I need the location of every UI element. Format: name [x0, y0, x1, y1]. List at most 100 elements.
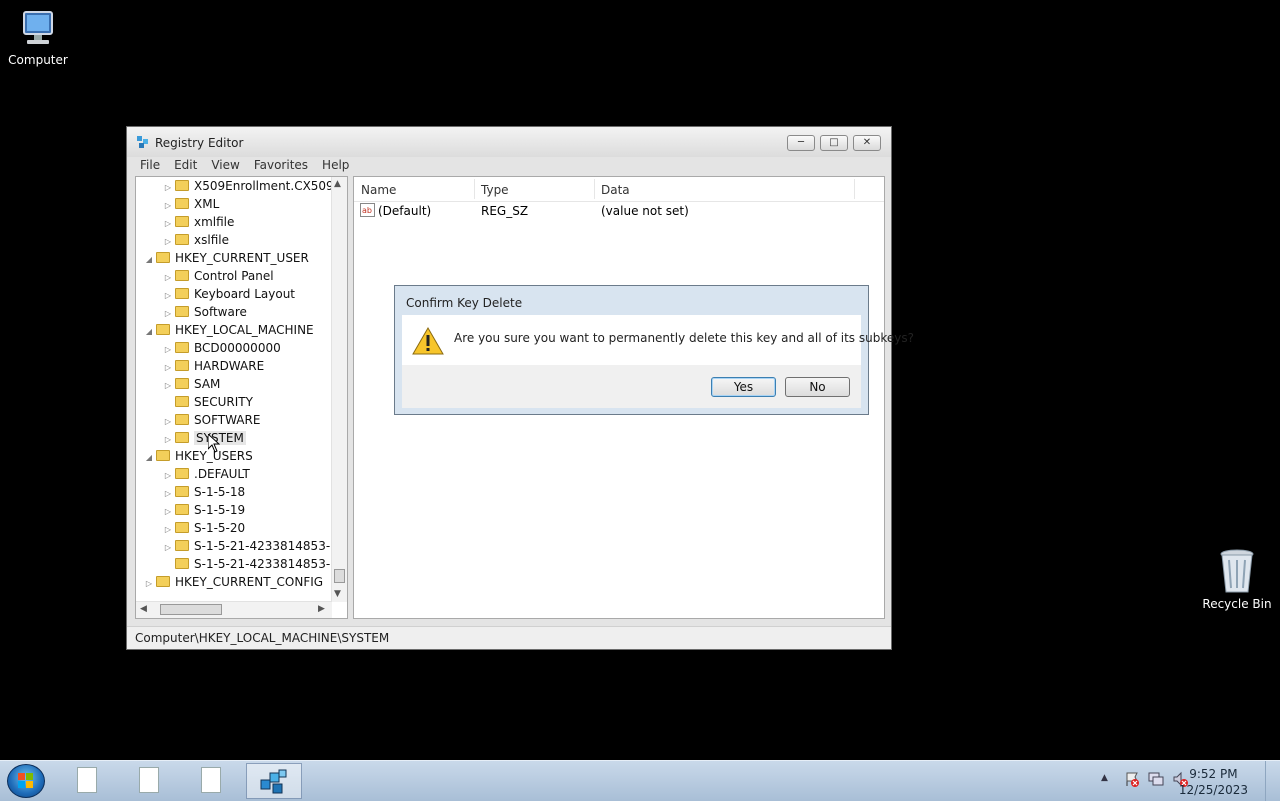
- minimize-button[interactable]: ─: [787, 135, 815, 151]
- dialog-body: Are you sure you want to permanently del…: [402, 315, 914, 408]
- tree-item-label: S-1-5-18: [194, 485, 246, 499]
- folder-icon: [175, 432, 189, 443]
- menu-help[interactable]: Help: [315, 157, 356, 175]
- tree-item-label: Software: [194, 305, 247, 319]
- scroll-down-arrow[interactable]: ▼: [334, 589, 341, 599]
- dialog-message-area: Are you sure you want to permanently del…: [402, 315, 914, 365]
- tree-item[interactable]: ▷ X509Enrollment.CX509Pu: [161, 177, 347, 195]
- tree-item[interactable]: ▷ S-1-5-19: [161, 501, 245, 519]
- taskbar-document-3[interactable]: [184, 763, 240, 799]
- tree-item[interactable]: ▷ HARDWARE: [161, 357, 264, 375]
- tree-item-label: SOFTWARE: [194, 413, 261, 427]
- tree-item[interactable]: ▷ S-1-5-18: [161, 483, 245, 501]
- menu-view[interactable]: View: [204, 157, 246, 175]
- tree-item[interactable]: ▷ XML: [161, 195, 219, 213]
- tree-item[interactable]: ▷ S-1-5-21-4233814853-226: [161, 537, 348, 555]
- tree-item-label: S-1-5-21-4233814853-226: [194, 539, 348, 553]
- collapse-arrow-icon[interactable]: ◢: [142, 449, 156, 467]
- folder-icon: [175, 270, 189, 281]
- maximize-button[interactable]: □: [820, 135, 848, 151]
- menu-favorites[interactable]: Favorites: [247, 157, 315, 175]
- folder-icon: [175, 504, 189, 515]
- scroll-up-arrow[interactable]: ▲: [334, 179, 341, 189]
- folder-icon: [175, 306, 189, 317]
- tree-item[interactable]: SECURITY: [161, 393, 253, 411]
- hscroll-thumb[interactable]: [160, 604, 222, 615]
- computer-desktop-icon[interactable]: Computer: [0, 10, 76, 67]
- menu-edit[interactable]: Edit: [167, 157, 204, 175]
- tree-item-label: xslfile: [194, 233, 229, 247]
- folder-icon: [175, 360, 189, 371]
- recycle-bin-label: Recycle Bin: [1202, 597, 1272, 611]
- tree-item[interactable]: ▷ SOFTWARE: [161, 411, 261, 429]
- yes-button[interactable]: Yes: [711, 377, 776, 397]
- folder-icon: [175, 396, 189, 407]
- collapse-arrow-icon[interactable]: ◢: [142, 251, 156, 269]
- collapse-arrow-icon[interactable]: ◢: [142, 323, 156, 341]
- action-center-icon[interactable]: [1124, 771, 1140, 790]
- show-hidden-icons-arrow[interactable]: ▲: [1101, 773, 1108, 783]
- folder-icon: [175, 288, 189, 299]
- tree-item-label: HKEY_CURRENT_USER: [175, 251, 309, 265]
- tree-item[interactable]: ◢ HKEY_LOCAL_MACHINE: [142, 321, 314, 339]
- tree-item[interactable]: ◢ HKEY_CURRENT_USER: [142, 249, 309, 267]
- expand-arrow-icon[interactable]: ▷: [142, 575, 156, 593]
- tree-item[interactable]: ▷ Software: [161, 303, 247, 321]
- network-icon[interactable]: [1148, 771, 1164, 790]
- folder-icon: [175, 540, 189, 551]
- scroll-right-arrow[interactable]: ▶: [318, 604, 325, 614]
- windows-logo-icon: [18, 773, 33, 788]
- tree-vertical-scrollbar[interactable]: ▲ ▼: [331, 177, 347, 602]
- tree-item-label: HKEY_CURRENT_CONFIG: [175, 575, 324, 589]
- registry-tree[interactable]: ▷ X509Enrollment.CX509Pu ▷ XML ▷ xmlfile ▷ xslf…: [135, 176, 348, 619]
- folder-icon: [175, 234, 189, 245]
- scroll-left-arrow[interactable]: ◀: [140, 604, 147, 614]
- taskbar-document-2[interactable]: [122, 763, 178, 799]
- scroll-thumb[interactable]: [334, 569, 345, 583]
- close-button[interactable]: ✕: [853, 135, 881, 151]
- recycle-bin-icon: [1217, 548, 1257, 594]
- window-titlebar[interactable]: Registry Editor ─ □ ✕: [127, 127, 891, 157]
- column-name[interactable]: Name: [361, 183, 396, 197]
- tree-item[interactable]: ◢ HKEY_USERS: [142, 447, 253, 465]
- tree-item-label: S-1-5-20: [194, 521, 246, 535]
- system-clock[interactable]: 9:52 PM 12/25/2023: [1179, 766, 1248, 798]
- tree-item[interactable]: ▷ BCD00000000: [161, 339, 281, 357]
- tree-item[interactable]: ▷ HKEY_CURRENT_CONFIG: [142, 573, 323, 591]
- computer-icon: [16, 10, 60, 50]
- show-desktop-button[interactable]: [1265, 761, 1280, 801]
- taskbar-registry-editor[interactable]: [246, 763, 302, 799]
- column-data[interactable]: Data: [601, 183, 630, 197]
- taskbar-document-1[interactable]: [60, 763, 116, 799]
- confirm-delete-dialog: Confirm Key Delete Are you sure you want…: [394, 285, 914, 415]
- menu-file[interactable]: File: [133, 157, 167, 175]
- column-type[interactable]: Type: [481, 183, 509, 197]
- no-button[interactable]: No: [785, 377, 850, 397]
- tree-item-label: Control Panel: [194, 269, 274, 283]
- folder-icon: [175, 522, 189, 533]
- tree-item-label: XML: [194, 197, 220, 211]
- tree-item[interactable]: ▷ xslfile: [161, 231, 229, 249]
- tree-item[interactable]: ▷ S-1-5-20: [161, 519, 245, 537]
- tree-item[interactable]: ▷ .DEFAULT: [161, 465, 250, 483]
- tree-item-label: .DEFAULT: [194, 467, 250, 481]
- taskbar: ▲ 9:52 PM 12/25/2023: [0, 760, 1280, 801]
- tree-item[interactable]: ▷ SYSTEM: [161, 429, 246, 447]
- value-data: (value not set): [601, 204, 689, 218]
- list-header: Name Type Data: [354, 177, 884, 202]
- tree-horizontal-scrollbar[interactable]: ◀ ▶: [136, 601, 332, 618]
- tree-item[interactable]: ▷ Keyboard Layout: [161, 285, 295, 303]
- folder-icon: [175, 486, 189, 497]
- start-button[interactable]: [7, 764, 45, 798]
- tree-item-label: xmlfile: [194, 215, 235, 229]
- tree-item[interactable]: ▷ SAM: [161, 375, 220, 393]
- clock-date: 12/25/2023: [1178, 783, 1248, 797]
- value-row[interactable]: ab (Default) REG_SZ (value not set): [354, 203, 884, 221]
- folder-icon: [175, 558, 189, 569]
- recycle-bin-desktop-icon[interactable]: Recycle Bin: [1199, 548, 1275, 611]
- tree-item[interactable]: S-1-5-21-4233814853-226: [161, 555, 347, 573]
- tree-item[interactable]: ▷ xmlfile: [161, 213, 234, 231]
- tree-item[interactable]: ▷ Control Panel: [161, 267, 274, 285]
- mouse-cursor: [207, 432, 221, 456]
- string-value-icon: ab: [360, 203, 375, 220]
